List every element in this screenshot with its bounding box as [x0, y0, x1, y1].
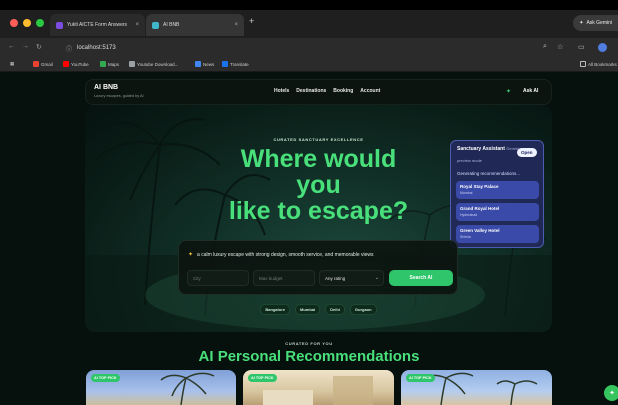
nav-destinations[interactable]: Destinations [296, 88, 326, 94]
hero-title-line-1: Where would [240, 145, 397, 173]
bookmark-youtube-download[interactable]: Youtube Download... [129, 61, 178, 67]
recommendations-title: AI Personal Recommendations [198, 348, 420, 365]
hotel-name: Grand Royal Hotel [460, 206, 500, 211]
tab-label: Yukti AICTE Form Answers [67, 22, 128, 28]
ai-search-box: ✦ a calm luxury escape with strong desig… [178, 240, 458, 295]
sidepanel-icon[interactable]: ▭ [578, 43, 585, 51]
all-bookmarks[interactable]: All Bookmarks [580, 61, 617, 67]
hotel-name: Royal Stay Palace [460, 184, 499, 189]
app-icon [152, 21, 159, 29]
form-icon [56, 21, 63, 29]
chat-assistant-fab[interactable]: ✦ [604, 385, 618, 401]
window-maximize-button[interactable] [36, 19, 44, 27]
recommendation-card[interactable]: AI TOP PICK [86, 370, 236, 405]
bookmark-gmail[interactable]: Gmail [33, 61, 53, 67]
forward-icon[interactable]: → [22, 43, 29, 50]
hotel-name: Green Valley Hotel [460, 228, 500, 233]
ask-gemini-button[interactable]: ✦ Ask Gemini [573, 15, 618, 31]
folder-icon [580, 61, 586, 67]
assistant-subtitle: preview mode [457, 158, 482, 163]
top-nav: AI BNB Luxury escapes, guided by AI Hote… [85, 79, 552, 105]
news-icon [195, 61, 201, 67]
close-icon[interactable]: × [135, 22, 139, 28]
address-toolbar: ← → ↻ ⓘ localhost:5173 ⌕ ☆ ▭ [0, 38, 618, 58]
url-bar[interactable]: ⓘ localhost:5173 [62, 42, 562, 54]
zoom-icon[interactable]: ⌕ [543, 43, 547, 51]
brand-tagline: Luxury escapes, guided by AI [94, 94, 144, 98]
search-ai-button[interactable]: Search AI [389, 270, 453, 286]
sparkle-icon: ✦ [609, 390, 615, 397]
translate-icon [222, 61, 228, 67]
gmail-icon [33, 61, 39, 67]
city-chips: Bangalore Mumbai Delhi Gurgaon [85, 304, 552, 315]
ai-top-pick-badge: AI TOP PICK [91, 374, 120, 382]
city-chip-bangalore[interactable]: Bangalore [260, 304, 290, 315]
sanctuary-assistant-panel: Sanctuary Assistant Gemini preview mode … [450, 140, 544, 248]
browser-tab-bar: Yukti AICTE Form Answers × AI BNB × + ✦ … [0, 10, 618, 38]
reload-icon[interactable]: ↻ [36, 43, 42, 51]
tab-ai-bnb[interactable]: AI BNB × [146, 14, 244, 36]
tab-yukti[interactable]: Yukti AICTE Form Answers × [50, 14, 145, 36]
city-chip-delhi[interactable]: Delhi [325, 304, 345, 315]
recommendation-card[interactable]: AI TOP PICK [243, 370, 394, 405]
nav-account[interactable]: Account [360, 88, 380, 94]
sparkle-icon: ✦ [579, 20, 584, 26]
sparkle-icon: ✦ [188, 252, 194, 258]
hero-section: CURATED SANCTUARY EXCELLENCE Where would… [85, 105, 552, 332]
main-menu: Hotels Destinations Booking Account [274, 88, 380, 94]
assistant-status: Generating recommendations... [457, 171, 521, 176]
ai-top-pick-badge: AI TOP PICK [248, 374, 277, 382]
ask-gemini-label: Ask Gemini [586, 20, 612, 26]
sparkle-icon: ✦ [506, 89, 512, 95]
assistant-title: Sanctuary Assistant Gemini [457, 146, 519, 152]
assistant-hotel-card[interactable]: Grand Royal Hotel Hyderabad [456, 203, 539, 221]
budget-input[interactable]: Max budget [253, 270, 315, 286]
ask-ai-button[interactable]: Ask AI [523, 88, 538, 94]
search-prompt[interactable]: ✦ a calm luxury escape with strong desig… [188, 251, 374, 259]
hotel-city: Shimla [460, 235, 471, 239]
bookmark-maps[interactable]: Maps [100, 61, 119, 67]
hero-title-line-2: you [296, 171, 341, 199]
bookmark-star-icon[interactable]: ☆ [557, 43, 563, 51]
url-text: localhost:5173 [77, 45, 116, 51]
globe-icon [129, 61, 135, 67]
close-icon[interactable]: × [234, 22, 238, 28]
city-chip-mumbai[interactable]: Mumbai [294, 304, 321, 315]
chevron-down-icon: ⌄ [374, 275, 379, 281]
bookmark-news[interactable]: News [195, 61, 214, 67]
nav-hotels[interactable]: Hotels [274, 88, 289, 94]
ai-top-pick-badge: AI TOP PICK [406, 374, 435, 382]
bookmark-youtube[interactable]: YouTube [63, 61, 89, 67]
recommendation-card[interactable]: AI TOP PICK [401, 370, 552, 405]
window-minimize-button[interactable] [23, 19, 31, 27]
window-close-button[interactable] [10, 19, 18, 27]
bookmark-translate[interactable]: Translate [222, 61, 249, 67]
assistant-hotel-card[interactable]: Green Valley Hotel Shimla [456, 225, 539, 243]
nav-booking[interactable]: Booking [333, 88, 353, 94]
new-tab-button[interactable]: + [249, 16, 254, 26]
apps-grid-icon[interactable]: ▦ [10, 61, 14, 67]
back-icon[interactable]: ← [8, 43, 15, 50]
city-chip-gurgaon[interactable]: Gurgaon [349, 304, 377, 315]
assistant-hotel-card[interactable]: Royal Stay Palace Mumbai [456, 181, 539, 199]
maps-icon [100, 61, 106, 67]
assistant-open-button[interactable]: Open [517, 148, 537, 157]
site-info-icon[interactable]: ⓘ [66, 44, 72, 53]
profile-avatar-icon[interactable] [598, 43, 607, 52]
hotel-city: Mumbai [460, 191, 473, 195]
tab-label: AI BNB [163, 22, 180, 28]
hero-title-line-3: like to escape? [228, 197, 409, 225]
hotel-city: Hyderabad [460, 213, 478, 217]
brand-logo[interactable]: AI BNB [94, 84, 118, 91]
city-input[interactable]: City [187, 270, 249, 286]
bookmarks-bar: ▦ Gmail YouTube Maps Youtube Download...… [0, 58, 618, 72]
rating-select[interactable]: Any rating ⌄ [319, 270, 384, 286]
recommendations-eyebrow: CURATED FOR YOU [285, 341, 333, 346]
youtube-icon [63, 61, 69, 67]
page: AI BNB Luxury escapes, guided by AI Hote… [0, 72, 618, 405]
